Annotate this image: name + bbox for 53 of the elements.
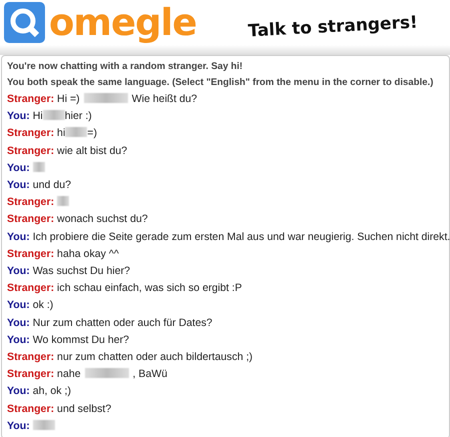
sender-label: Stranger: [7, 196, 54, 208]
sender-label: You: [7, 385, 30, 398]
sender-label: Stranger: [7, 213, 54, 226]
message-text: Wo kommst Du her? [32, 334, 130, 346]
redacted-blur [32, 420, 55, 430]
message-text: haha okay ^^ [57, 248, 119, 260]
message-text: ah, ok ;) [32, 385, 71, 398]
redacted-blur [57, 196, 70, 206]
redacted-blur [84, 93, 128, 103]
sender-label: You: [7, 230, 30, 243]
sender-label: You: [7, 162, 30, 174]
message-text: nahe [57, 368, 81, 380]
message-text: hi [57, 127, 66, 140]
message-text: Wie heißt du? [132, 93, 198, 105]
sender-label: Stranger: [7, 144, 54, 157]
sender-label: You: [7, 265, 30, 278]
sender-label: Stranger: [7, 93, 54, 105]
message-text: Ich probiere die Seite gerade zum ersten Mal aus und war neugierig. Suchen nicht direkt. [32, 230, 450, 243]
logo-text: omegle [49, 4, 196, 41]
message-text: nur zum chatten oder auch bildertausch ;) [57, 351, 253, 364]
sender-label: Stranger: [7, 248, 54, 260]
message-text: und selbst? [57, 402, 112, 415]
sender-label: You: [7, 110, 30, 122]
redacted-blur [65, 127, 88, 138]
message-text: wonach suchst du? [57, 213, 148, 226]
sender-label: Stranger: [7, 282, 54, 294]
message-text: Was suchst Du hier? [32, 265, 130, 278]
message-text: und du? [32, 179, 71, 192]
redacted-blur [42, 110, 65, 120]
sender-label: Stranger: [7, 368, 54, 380]
message-text: =) [87, 127, 98, 140]
message-text: hier :) [64, 110, 92, 122]
message-text: ich schau einfach, was sich so ergibt :P [57, 282, 242, 294]
message-text: ok :) [32, 299, 54, 312]
logo-icon [4, 2, 45, 43]
sender-label: You: [7, 420, 30, 432]
message-text: wie alt bist du? [57, 144, 128, 157]
sender-label: Stranger: [7, 351, 54, 364]
sender-label: You: [7, 334, 30, 346]
redacted-blur [84, 368, 129, 378]
sender-label: Stranger: [7, 402, 54, 415]
sender-label: Stranger: [7, 127, 54, 140]
redacted-blur [32, 162, 45, 172]
message-text: Hi [32, 110, 43, 122]
tagline: Talk to strangers! [248, 11, 419, 44]
system-message: You're now chatting with a random stranger. Say hi! [7, 60, 244, 74]
sender-label: You: [7, 299, 30, 312]
system-message: You both speak the same language. (Select "English" from the menu in the corner to disable.) [7, 76, 434, 90]
message-text: , BaWü [132, 368, 168, 380]
message-text: Nur zum chatten oder auch für Dates? [32, 316, 212, 329]
sender-label: You: [7, 179, 30, 192]
sender-label: You: [7, 316, 30, 329]
message-text: Hi =) [57, 93, 80, 105]
